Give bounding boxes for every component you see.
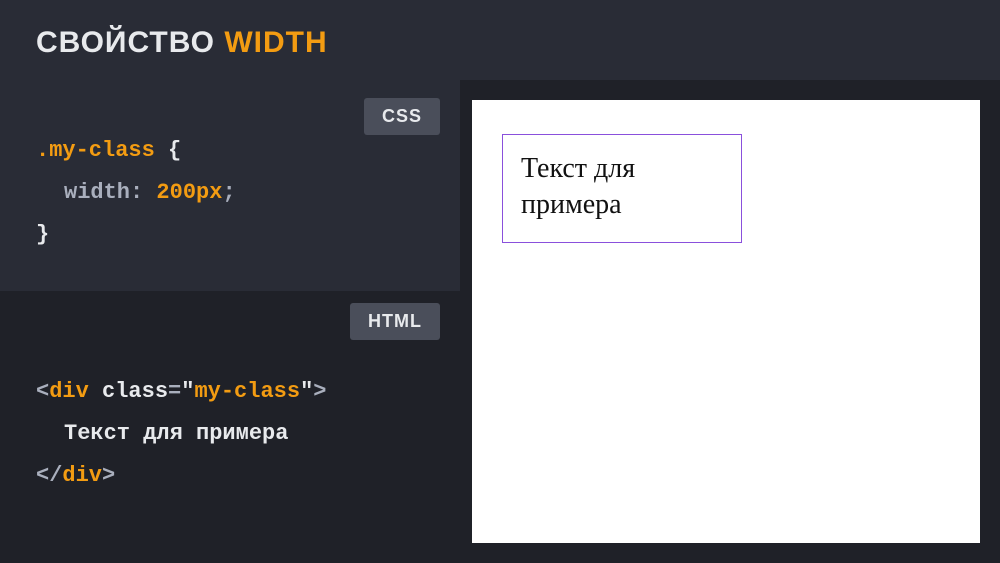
example-box: Текст для примера bbox=[502, 134, 742, 243]
html-close-gt: > bbox=[102, 463, 115, 488]
html-lt: < bbox=[36, 379, 49, 404]
css-property: width bbox=[64, 180, 130, 205]
css-code-block: CSS .my-class { width: 200px; } bbox=[0, 80, 460, 291]
html-line-2: Текст для примера bbox=[36, 413, 424, 455]
space bbox=[89, 379, 102, 404]
title-text-main: СВОЙСТВО bbox=[36, 26, 224, 59]
css-line-3: } bbox=[36, 214, 424, 256]
content-area: CSS .my-class { width: 200px; } HTML bbox=[0, 80, 1000, 563]
css-indent: width: 200px; bbox=[36, 172, 236, 214]
html-quote-close: " bbox=[300, 379, 313, 404]
html-attr-name: class bbox=[102, 379, 168, 404]
css-semicolon: ; bbox=[222, 180, 235, 205]
html-quote-open: " bbox=[181, 379, 194, 404]
html-inner-text: Текст для примера bbox=[36, 413, 288, 455]
slide-title: СВОЙСТВО WIDTH bbox=[36, 26, 964, 60]
title-text-highlight: WIDTH bbox=[224, 26, 327, 59]
html-tag-close: div bbox=[62, 463, 102, 488]
example-text: Текст для примера bbox=[521, 151, 723, 224]
html-attr-value: my-class bbox=[194, 379, 300, 404]
css-line-2: width: 200px; bbox=[36, 172, 424, 214]
html-code-block: HTML <div class="my-class"> Текст для пр… bbox=[0, 291, 460, 563]
css-value: 200px bbox=[156, 180, 222, 205]
css-code: .my-class { width: 200px; } bbox=[36, 130, 424, 255]
html-line-1: <div class="my-class"> bbox=[36, 371, 424, 413]
html-tag-open: div bbox=[49, 379, 89, 404]
css-brace-close: } bbox=[36, 222, 49, 247]
html-code: <div class="my-class"> Текст для примера… bbox=[36, 371, 424, 496]
html-eq: = bbox=[168, 379, 181, 404]
slide-header: СВОЙСТВО WIDTH bbox=[0, 0, 1000, 80]
css-line-1: .my-class { bbox=[36, 130, 424, 172]
html-close-lt: </ bbox=[36, 463, 62, 488]
css-colon: : bbox=[130, 180, 156, 205]
css-selector: .my-class bbox=[36, 138, 155, 163]
preview-column: Текст для примера bbox=[460, 80, 1000, 563]
css-brace-open: { bbox=[155, 138, 181, 163]
html-line-3: </div> bbox=[36, 455, 424, 497]
html-gt: > bbox=[313, 379, 326, 404]
preview-canvas: Текст для примера bbox=[472, 100, 980, 543]
html-label-badge: HTML bbox=[350, 303, 440, 340]
css-label-badge: CSS bbox=[364, 98, 440, 135]
code-column: CSS .my-class { width: 200px; } HTML bbox=[0, 80, 460, 563]
